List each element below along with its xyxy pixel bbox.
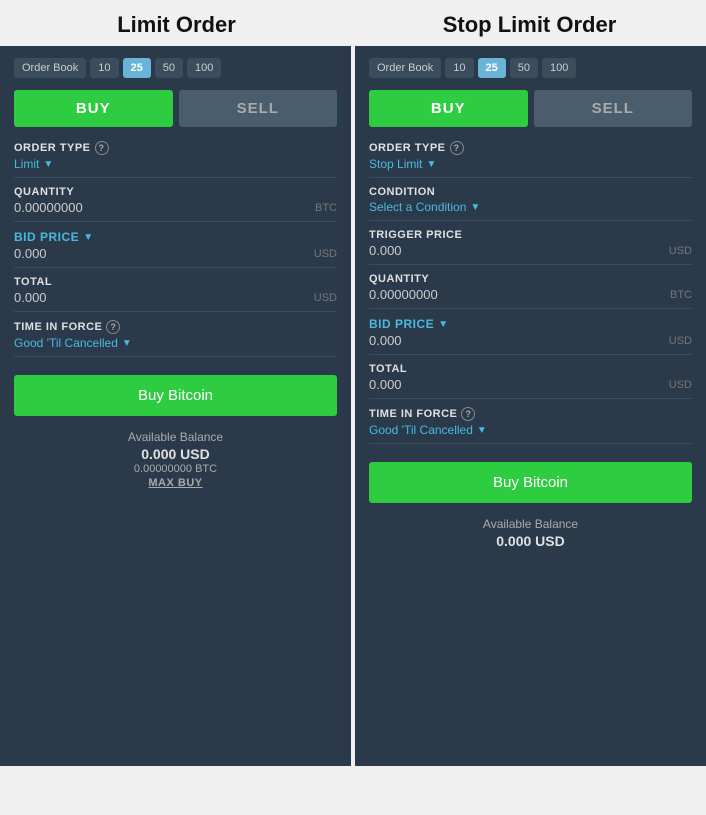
trigger-price-section-right: TRIGGER PRICE USD xyxy=(369,229,692,265)
limit-order-title: Limit Order xyxy=(0,12,353,38)
time-in-force-value-left[interactable]: Good 'Til Cancelled ▼ xyxy=(14,336,337,350)
time-in-force-label-right: TIME IN FORCE ? xyxy=(369,407,692,421)
orderbook-label-left: Order Book xyxy=(14,58,86,78)
limit-order-panel: Order Book 10 25 50 100 BUY SELL ORDER T… xyxy=(0,46,351,766)
time-in-force-value-right[interactable]: Good 'Til Cancelled ▼ xyxy=(369,423,692,437)
time-in-force-section-right: TIME IN FORCE ? Good 'Til Cancelled ▼ xyxy=(369,407,692,444)
bid-price-value-label-left[interactable]: BID PRICE ▼ xyxy=(14,230,94,244)
order-type-value-right[interactable]: Stop Limit ▼ xyxy=(369,157,692,171)
ob-num-25-right[interactable]: 25 xyxy=(478,58,506,78)
sell-button-left[interactable]: SELL xyxy=(179,90,338,127)
available-balance-left: Available Balance xyxy=(14,430,337,444)
order-type-section-left: ORDER TYPE ? Limit ▼ xyxy=(14,141,337,178)
quantity-unit-left: BTC xyxy=(315,202,337,214)
buy-button-left[interactable]: BUY xyxy=(14,90,173,127)
ob-num-100-right[interactable]: 100 xyxy=(542,58,576,78)
bid-price-arrow-right: ▼ xyxy=(438,319,448,330)
order-type-help-left[interactable]: ? xyxy=(95,141,109,155)
condition-section-right: CONDITION Select a Condition ▼ xyxy=(369,186,692,221)
time-in-force-section-left: TIME IN FORCE ? Good 'Til Cancelled ▼ xyxy=(14,320,337,357)
max-buy-left[interactable]: MAX BUY xyxy=(14,477,337,489)
balance-usd-left: 0.000 USD xyxy=(14,446,337,462)
buy-button-right[interactable]: BUY xyxy=(369,90,528,127)
time-in-force-help-right[interactable]: ? xyxy=(461,407,475,421)
quantity-section-right: QUANTITY BTC xyxy=(369,273,692,309)
total-label-left: TOTAL xyxy=(14,276,337,288)
bid-price-input-row-right: USD xyxy=(369,333,692,348)
stop-limit-order-title: Stop Limit Order xyxy=(353,12,706,38)
ob-num-25-left[interactable]: 25 xyxy=(123,58,151,78)
quantity-section-left: QUANTITY BTC xyxy=(14,186,337,222)
condition-arrow-right: ▼ xyxy=(470,202,480,213)
ob-num-50-left[interactable]: 50 xyxy=(155,58,183,78)
orderbook-label-right: Order Book xyxy=(369,58,441,78)
buy-sell-row-left: BUY SELL xyxy=(14,90,337,127)
ob-num-10-right[interactable]: 10 xyxy=(445,58,473,78)
condition-label-right: CONDITION xyxy=(369,186,692,198)
ob-num-10-left[interactable]: 10 xyxy=(90,58,118,78)
bid-price-label-left: BID PRICE ▼ xyxy=(14,230,337,244)
ob-num-50-right[interactable]: 50 xyxy=(510,58,538,78)
total-input-left[interactable] xyxy=(14,290,272,305)
orderbook-bar-right: Order Book 10 25 50 100 xyxy=(369,58,692,78)
time-in-force-arrow-right: ▼ xyxy=(477,425,487,436)
order-type-section-right: ORDER TYPE ? Stop Limit ▼ xyxy=(369,141,692,178)
total-section-left: TOTAL USD xyxy=(14,276,337,312)
quantity-unit-right: BTC xyxy=(670,289,692,301)
condition-value-right[interactable]: Select a Condition ▼ xyxy=(369,200,692,214)
order-type-arrow-left: ▼ xyxy=(43,159,53,170)
bid-price-arrow-left: ▼ xyxy=(83,232,93,243)
total-unit-right: USD xyxy=(669,379,692,391)
trigger-price-input-right[interactable] xyxy=(369,243,627,258)
ob-num-100-left[interactable]: 100 xyxy=(187,58,221,78)
time-in-force-label-left: TIME IN FORCE ? xyxy=(14,320,337,334)
balance-usd-right: 0.000 USD xyxy=(369,533,692,549)
bid-price-section-left: BID PRICE ▼ USD xyxy=(14,230,337,268)
order-type-help-right[interactable]: ? xyxy=(450,141,464,155)
stop-limit-order-panel: Order Book 10 25 50 100 BUY SELL ORDER T… xyxy=(355,46,706,766)
total-label-right: TOTAL xyxy=(369,363,692,375)
buy-bitcoin-button-right[interactable]: Buy Bitcoin xyxy=(369,462,692,503)
buy-sell-row-right: BUY SELL xyxy=(369,90,692,127)
available-balance-right: Available Balance xyxy=(369,517,692,531)
quantity-input-row-left: BTC xyxy=(14,200,337,215)
bid-price-input-right[interactable] xyxy=(369,333,627,348)
bid-price-input-left[interactable] xyxy=(14,246,272,261)
time-in-force-help-left[interactable]: ? xyxy=(106,320,120,334)
buy-bitcoin-button-left[interactable]: Buy Bitcoin xyxy=(14,375,337,416)
trigger-price-input-row-right: USD xyxy=(369,243,692,258)
order-type-label-right: ORDER TYPE ? xyxy=(369,141,692,155)
total-input-row-right: USD xyxy=(369,377,692,392)
order-type-value-left[interactable]: Limit ▼ xyxy=(14,157,337,171)
order-type-arrow-right: ▼ xyxy=(426,159,436,170)
time-in-force-arrow-left: ▼ xyxy=(122,338,132,349)
orderbook-bar-left: Order Book 10 25 50 100 xyxy=(14,58,337,78)
total-section-right: TOTAL USD xyxy=(369,363,692,399)
total-unit-left: USD xyxy=(314,292,337,304)
quantity-input-right[interactable] xyxy=(369,287,627,302)
bid-price-section-right: BID PRICE ▼ USD xyxy=(369,317,692,355)
quantity-input-row-right: BTC xyxy=(369,287,692,302)
quantity-label-left: QUANTITY xyxy=(14,186,337,198)
bid-price-input-row-left: USD xyxy=(14,246,337,261)
trigger-price-label-right: TRIGGER PRICE xyxy=(369,229,692,241)
sell-button-right[interactable]: SELL xyxy=(534,90,693,127)
bid-price-value-label-right[interactable]: BID PRICE ▼ xyxy=(369,317,449,331)
quantity-input-left[interactable] xyxy=(14,200,272,215)
trigger-price-unit-right: USD xyxy=(669,245,692,257)
bid-price-label-right: BID PRICE ▼ xyxy=(369,317,692,331)
total-input-right[interactable] xyxy=(369,377,627,392)
bid-price-unit-right: USD xyxy=(669,335,692,347)
balance-btc-left: 0.00000000 BTC xyxy=(14,463,337,475)
bid-price-unit-left: USD xyxy=(314,248,337,260)
order-type-label-left: ORDER TYPE ? xyxy=(14,141,337,155)
total-input-row-left: USD xyxy=(14,290,337,305)
quantity-label-right: QUANTITY xyxy=(369,273,692,285)
